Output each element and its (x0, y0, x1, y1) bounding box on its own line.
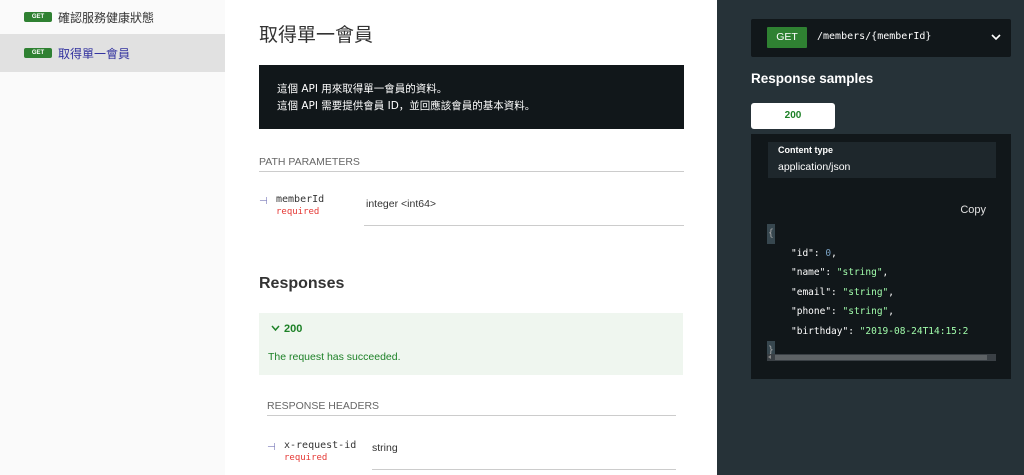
param-connector-icon: ⊣ (267, 442, 276, 453)
content-type-value: application/json (778, 161, 851, 173)
header-row-x-request-id: ⊣ x-request-id required string (267, 436, 676, 470)
operation-content: 取得單一會員 這個 API 用來取得單一會員的資料。 這個 API 需要提供會員… (225, 0, 717, 475)
content-type-label: Content type (778, 145, 833, 155)
tab-status-200[interactable]: 200 (751, 103, 835, 129)
description-line: 這個 API 需要提供會員 ID，並回應該會員的基本資料。 (277, 100, 536, 112)
path-parameters-title: PATH PARAMETERS (259, 156, 684, 172)
json-sample: { "id": 0, "name": "string", "email": "s… (767, 224, 996, 361)
json-comma: , (888, 306, 894, 317)
response-code: 200 (271, 323, 302, 335)
description-line: 這個 API 用來取得單一會員的資料。 (277, 83, 448, 95)
json-line: "phone": "string", (791, 306, 894, 317)
scrollbar-thumb[interactable] (775, 355, 987, 360)
responses-title: Responses (259, 275, 345, 292)
json-comma: , (831, 247, 837, 259)
copy-button[interactable]: Copy (960, 204, 986, 216)
json-line: "id": 0, (791, 247, 837, 259)
json-value: "string" (836, 267, 883, 278)
get-method-badge: GET (24, 48, 52, 58)
operation-title: 取得單一會員 (259, 24, 374, 46)
endpoint-toggle[interactable]: GET /members/{memberId} (751, 19, 1011, 57)
chevron-down-icon (991, 29, 1001, 45)
divider (372, 469, 676, 470)
json-line: "birthday": "2019-08-24T14:15:2 (791, 325, 969, 337)
response-200-toggle[interactable]: 200 The request has succeeded. (259, 313, 683, 375)
sidebar-item-health-check[interactable]: GET 確認服務健康狀態 (0, 0, 225, 34)
divider (364, 225, 684, 226)
sidebar: GET 確認服務健康狀態 GET 取得單一會員 (0, 0, 225, 475)
response-code-label: 200 (284, 323, 303, 335)
json-open-brace[interactable]: { (767, 224, 775, 244)
param-connector-icon: ⊣ (259, 196, 268, 207)
sidebar-item-label: 取得單一會員 (58, 46, 131, 61)
json-key: "email" (791, 286, 832, 298)
right-panel: GET /members/{memberId} Response samples… (717, 0, 1024, 475)
json-key: "id" (791, 247, 814, 259)
param-type: integer <int64> (366, 198, 437, 210)
param-required-label: required (276, 207, 320, 217)
endpoint-path: /members/{memberId} (817, 31, 932, 42)
json-comma: , (882, 267, 889, 278)
header-required-label: required (284, 453, 328, 463)
response-headers-title: RESPONSE HEADERS (267, 400, 676, 416)
json-value: "2019-08-24T14:15:2 (859, 325, 969, 337)
horizontal-scrollbar[interactable] (767, 354, 996, 361)
chevron-down-icon (271, 323, 280, 335)
sidebar-item-get-member[interactable]: GET 取得單一會員 (0, 34, 225, 72)
param-name: memberId (276, 194, 325, 205)
param-row-memberId: ⊣ memberId required integer <int64> (259, 190, 684, 226)
header-name: x-request-id (284, 440, 357, 451)
header-type: string (372, 442, 398, 454)
json-value: "string" (842, 286, 889, 298)
content-type-selector[interactable]: Content type application/json (768, 142, 996, 178)
json-key: "name" (791, 267, 826, 278)
json-key: "birthday" (791, 325, 849, 337)
endpoint-method-badge: GET (767, 27, 807, 48)
response-description: The request has succeeded. (268, 351, 401, 363)
operation-description: 這個 API 用來取得單一會員的資料。 這個 API 需要提供會員 ID，並回應… (259, 65, 684, 129)
json-key: "phone" (791, 306, 832, 317)
response-samples-title: Response samples (751, 71, 874, 86)
sidebar-item-label: 確認服務健康狀態 (58, 10, 155, 25)
json-line: "email": "string", (791, 286, 894, 298)
json-value: "string" (842, 306, 889, 317)
json-comma: , (888, 286, 894, 298)
get-method-badge: GET (24, 12, 52, 22)
json-line: "name": "string", (791, 267, 889, 278)
response-sample-panel: Content type application/json Copy { "id… (751, 134, 1011, 379)
scroll-left-arrow-icon[interactable] (768, 355, 771, 359)
